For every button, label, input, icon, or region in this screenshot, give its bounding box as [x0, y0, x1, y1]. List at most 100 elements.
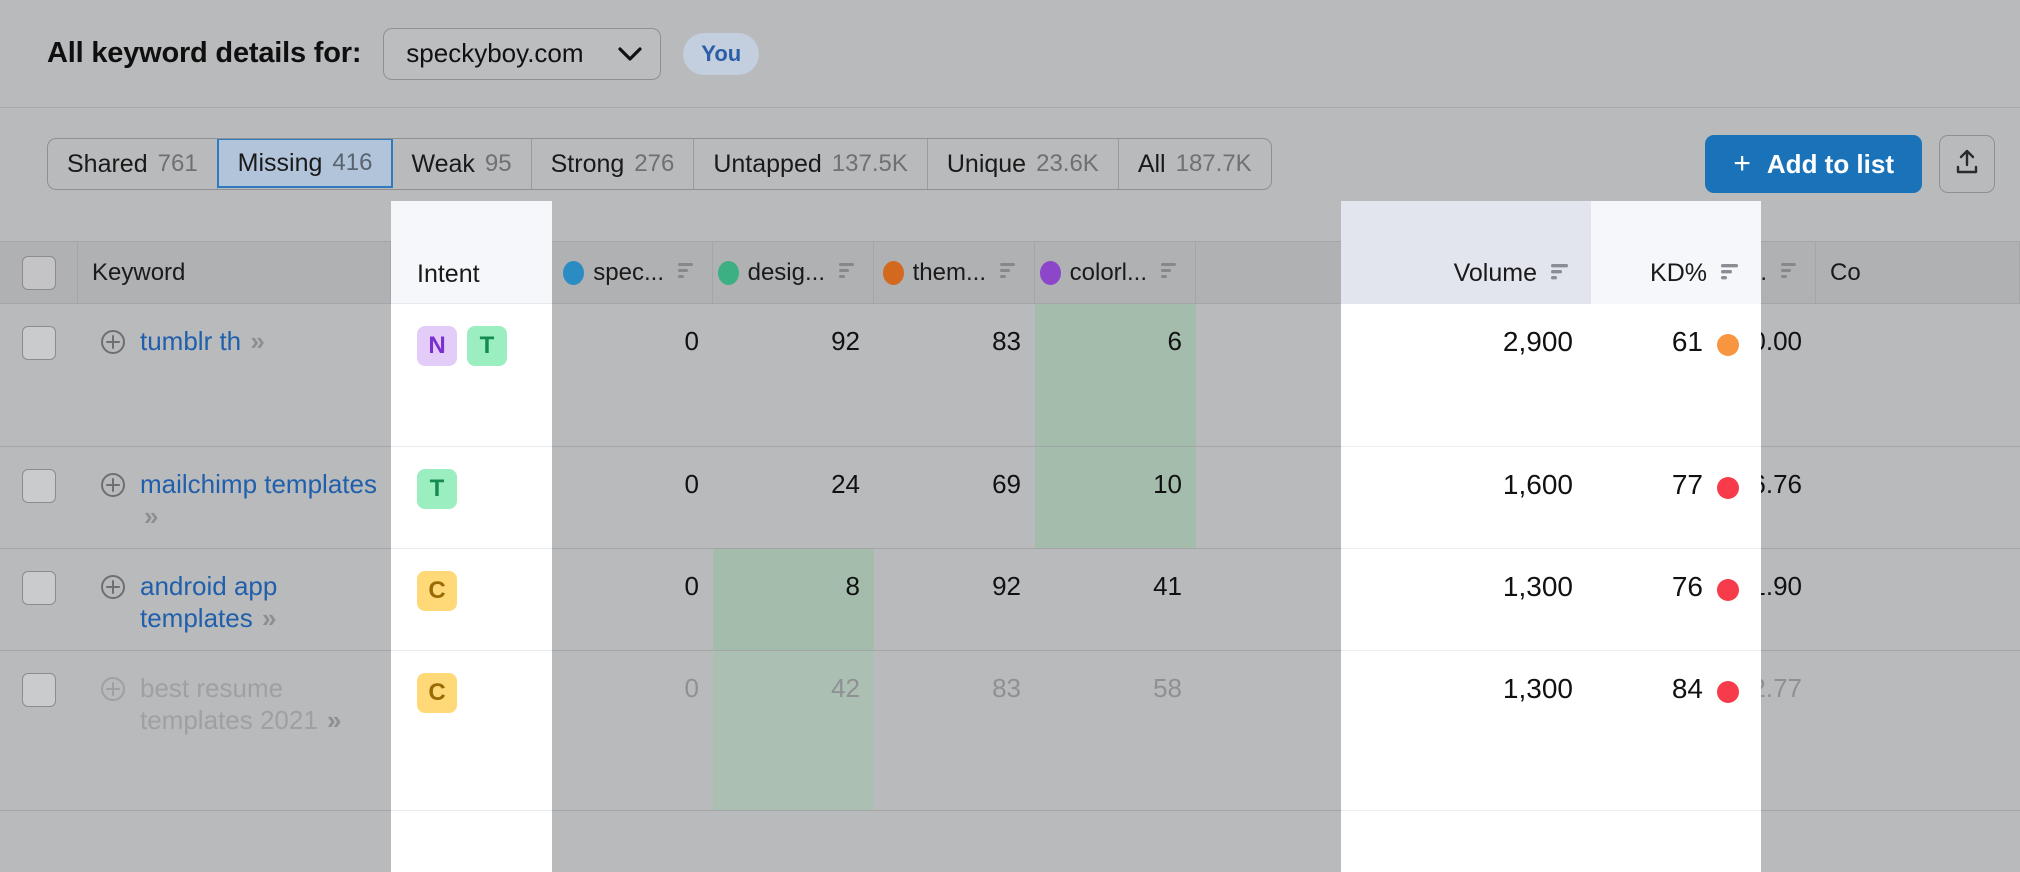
sort-icon[interactable] — [1549, 259, 1573, 288]
desig-cell: 42 — [713, 651, 874, 810]
intent-badge-transactional[interactable]: T — [467, 326, 507, 366]
volume-kd-row: 1,300 76 — [1341, 549, 1761, 651]
domain-select[interactable]: speckyboy.com — [383, 28, 661, 80]
column-label: Keyword — [92, 259, 185, 287]
column-header-them[interactable]: them... — [874, 241, 1035, 304]
double-chevron-right-icon[interactable]: » — [245, 326, 263, 356]
keyword-cell[interactable]: mailchimp templates » — [78, 447, 391, 548]
sort-icon[interactable] — [837, 259, 859, 287]
them-cell: 83 — [874, 651, 1035, 810]
column-label: KD% — [1650, 259, 1707, 288]
filter-tab-missing[interactable]: Missing 416 — [217, 138, 394, 188]
intent-badge-navigational[interactable]: N — [417, 326, 457, 366]
competition-cell — [1816, 549, 2020, 650]
series-dot-icon — [1040, 261, 1061, 285]
column-header-keyword[interactable]: Keyword — [78, 241, 391, 304]
column-header-kd[interactable]: KD% — [1591, 201, 1761, 304]
filter-tab-strong[interactable]: Strong 276 — [532, 139, 695, 189]
filter-tab-unique[interactable]: Unique 23.6K — [928, 139, 1119, 189]
sort-icon[interactable] — [1159, 259, 1181, 287]
volume-cell: 1,300 — [1341, 549, 1591, 650]
column-header-colorl[interactable]: colorl... — [1035, 241, 1196, 304]
filter-tab-untapped[interactable]: Untapped 137.5K — [694, 139, 928, 189]
kd-difficulty-dot-icon — [1717, 334, 1739, 356]
filter-tab-count: 137.5K — [832, 150, 908, 178]
row-select-cell[interactable] — [0, 651, 78, 810]
keyword-link[interactable]: mailchimp templates » — [140, 469, 377, 532]
plus-circle-icon[interactable] — [100, 329, 126, 362]
row-select-cell[interactable] — [0, 549, 78, 650]
filter-tab-label: All — [1138, 150, 1166, 179]
you-badge: You — [683, 33, 759, 75]
add-to-list-button[interactable]: + Add to list — [1705, 135, 1922, 193]
competition-cell — [1816, 304, 2020, 446]
spec-cell: 0 — [552, 651, 713, 810]
row-checkbox[interactable] — [22, 673, 56, 707]
plus-circle-icon[interactable] — [100, 472, 126, 505]
spec-cell: 0 — [552, 447, 713, 548]
colorl-cell: 58 — [1035, 651, 1196, 810]
row-checkbox[interactable] — [22, 326, 56, 360]
sort-icon[interactable] — [998, 259, 1020, 287]
filter-tab-count: 95 — [485, 150, 512, 178]
volume-cell: 1,300 — [1341, 651, 1591, 810]
keyword-cell[interactable]: best resume templates 2021 » — [78, 651, 391, 810]
double-chevron-right-icon[interactable]: » — [322, 705, 340, 735]
column-header-intent[interactable]: Intent — [391, 201, 552, 304]
filter-tab-weak[interactable]: Weak 95 — [392, 139, 531, 189]
kd-cell: 84 — [1591, 651, 1761, 810]
kd-value: 84 — [1672, 673, 1703, 705]
intent-cell[interactable]: N T — [391, 304, 552, 447]
intent-cell[interactable]: T — [391, 447, 552, 549]
plus-circle-icon[interactable] — [100, 574, 126, 607]
column-header-spec[interactable]: spec... — [552, 241, 713, 304]
row-select-cell[interactable] — [0, 304, 78, 446]
page-title: All keyword details for: — [47, 37, 361, 70]
desig-cell: 92 — [713, 304, 874, 446]
sort-icon[interactable] — [1719, 259, 1743, 288]
row-checkbox[interactable] — [22, 571, 56, 605]
export-button[interactable] — [1939, 135, 1995, 193]
kd-difficulty-dot-icon — [1717, 579, 1739, 601]
keyword-cell[interactable]: tumblr th » — [78, 304, 391, 446]
plus-circle-icon[interactable] — [100, 676, 126, 709]
add-to-list-label: Add to list — [1767, 149, 1894, 180]
domain-select-value: speckyboy.com — [406, 38, 583, 69]
keyword-link[interactable]: best resume templates 2021 » — [140, 673, 377, 736]
colorl-cell: 10 — [1035, 447, 1196, 548]
column-header-volume[interactable]: Volume — [1341, 201, 1591, 304]
desig-cell: 8 — [713, 549, 874, 650]
column-header-competition[interactable]: Co — [1816, 241, 2020, 304]
sort-icon[interactable] — [1779, 259, 1801, 287]
kd-cell: 77 — [1591, 447, 1761, 548]
sort-icon[interactable] — [676, 259, 698, 287]
them-cell: 92 — [874, 549, 1035, 650]
row-select-cell[interactable] — [0, 447, 78, 548]
intent-cell[interactable]: C — [391, 549, 552, 651]
column-header-desig[interactable]: desig... — [713, 241, 874, 304]
filter-tab-label: Weak — [411, 150, 474, 179]
kd-cell: 76 — [1591, 549, 1761, 650]
desig-cell: 24 — [713, 447, 874, 548]
series-dot-icon — [718, 261, 739, 285]
select-all-checkbox[interactable] — [22, 256, 56, 290]
filter-tab-all[interactable]: All 187.7K — [1119, 139, 1271, 189]
double-chevron-right-icon[interactable]: » — [144, 501, 156, 531]
keyword-link[interactable]: android app templates » — [140, 571, 377, 634]
intent-cell[interactable]: C — [391, 651, 552, 811]
intent-badge-transactional[interactable]: T — [417, 469, 457, 509]
double-chevron-right-icon[interactable]: » — [257, 603, 275, 633]
column-label: desig... — [748, 259, 825, 287]
filter-tab-label: Shared — [67, 150, 148, 179]
keyword-cell[interactable]: android app templates » — [78, 549, 391, 650]
intent-badge-commercial[interactable]: C — [417, 571, 457, 611]
row-checkbox[interactable] — [22, 469, 56, 503]
column-label: colorl... — [1070, 259, 1147, 287]
volume-kd-header: Volume KD% — [1341, 201, 1761, 304]
keyword-link[interactable]: tumblr th » — [140, 326, 263, 358]
select-all-header[interactable] — [0, 241, 78, 304]
intent-badge-commercial[interactable]: C — [417, 673, 457, 713]
filter-tab-shared[interactable]: Shared 761 — [48, 139, 218, 189]
page-header: All keyword details for: speckyboy.com Y… — [0, 0, 2020, 108]
kd-difficulty-dot-icon — [1717, 477, 1739, 499]
